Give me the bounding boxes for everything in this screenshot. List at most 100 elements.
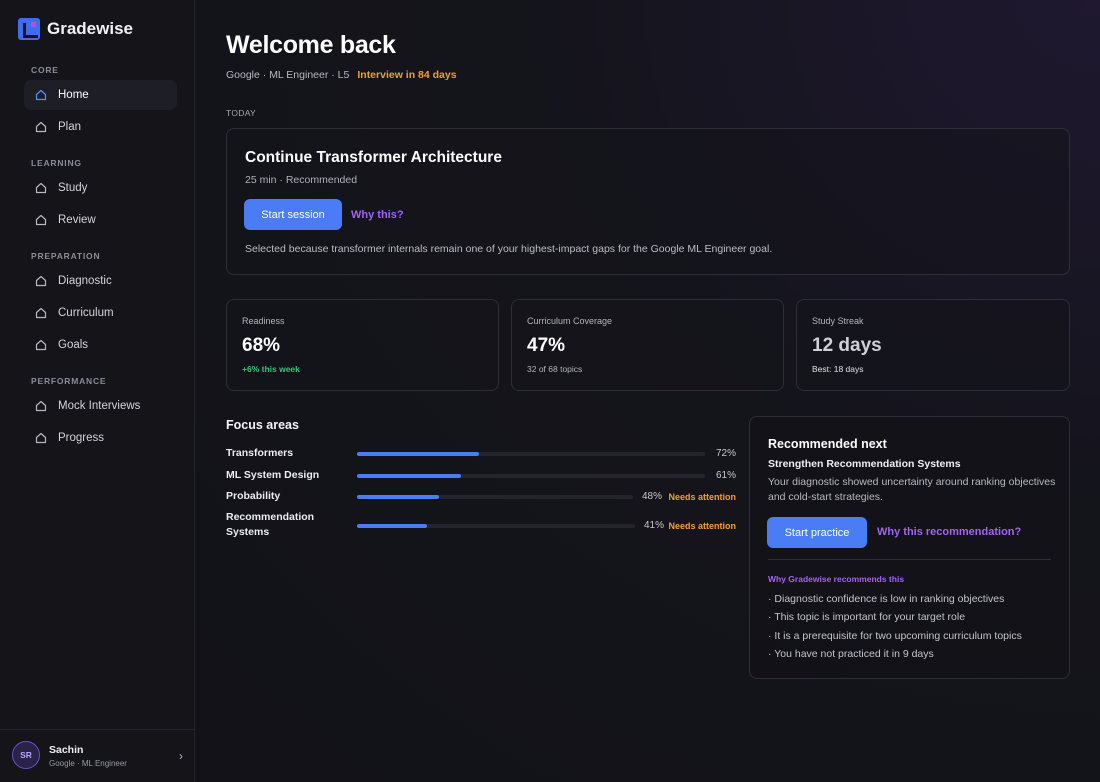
- focus-areas-title: Focus areas: [226, 418, 299, 432]
- nav-section-core: CORE: [31, 65, 59, 75]
- progress-bar: [357, 524, 635, 528]
- sidebar: Gradewise CORE Home Plan LEARNING Study …: [0, 0, 195, 782]
- stat-detail: 32 of 68 topics: [527, 364, 583, 374]
- list-item: · It is a prerequisite for two upcoming …: [768, 629, 1022, 642]
- home-icon: [35, 307, 47, 319]
- focus-name: Transformers: [226, 447, 294, 459]
- home-icon: [35, 89, 47, 101]
- focus-name: Probability: [226, 490, 281, 502]
- stat-label: Curriculum Coverage: [527, 316, 613, 326]
- sidebar-item-study[interactable]: Study: [24, 173, 177, 203]
- sidebar-item-home[interactable]: Home: [24, 80, 177, 110]
- sidebar-item-label: Plan: [58, 121, 82, 133]
- stat-detail: Best: 18 days: [812, 364, 864, 374]
- needs-attention-badge: Needs attention: [668, 521, 736, 531]
- stat-card-readiness: Readiness 68% +6% this week: [226, 299, 499, 391]
- nav-section-performance: PERFORMANCE: [31, 376, 107, 386]
- focus-name: Recommendation Systems: [226, 511, 315, 538]
- stat-value: 68%: [242, 335, 281, 356]
- focus-row-ml-system-design[interactable]: ML System Design 61%: [226, 468, 736, 484]
- focus-name: ML System Design: [226, 469, 320, 481]
- list-item: · You have not practiced it in 9 days: [768, 647, 934, 660]
- home-icon: [35, 214, 47, 226]
- sidebar-item-curriculum[interactable]: Curriculum: [24, 298, 177, 328]
- home-icon: [35, 432, 47, 444]
- stat-change: +6% this week: [242, 364, 300, 374]
- stat-value: 47%: [527, 335, 566, 356]
- recommended-title: Recommended next: [768, 437, 887, 451]
- home-icon: [35, 182, 47, 194]
- sidebar-item-label: Diagnostic: [58, 275, 112, 287]
- sidebar-item-plan[interactable]: Plan: [24, 112, 177, 142]
- start-practice-button[interactable]: Start practice: [767, 517, 867, 548]
- user-profile-menu[interactable]: SR Sachin Google · ML Engineer ›: [0, 729, 195, 782]
- recommended-next-card: Recommended next Strengthen Recommendati…: [749, 416, 1070, 679]
- interview-countdown: Interview in 84 days: [357, 69, 457, 81]
- progress-bar: [357, 452, 705, 456]
- focus-percent: 41%: [644, 520, 665, 531]
- recommended-topic: Strengthen Recommendation Systems: [768, 458, 961, 470]
- needs-attention-badge: Needs attention: [668, 492, 736, 502]
- stat-label: Study Streak: [812, 316, 864, 326]
- app-name: Gradewise: [47, 19, 133, 38]
- home-icon: [35, 339, 47, 351]
- recommended-description: Your diagnostic showed uncertainty aroun…: [768, 476, 1056, 503]
- list-item: · Diagnostic confidence is low in rankin…: [768, 593, 1005, 605]
- page-subtitle: Google · ML Engineer · L5 Interview in 84…: [226, 69, 457, 81]
- progress-bar: [357, 495, 633, 499]
- session-meta: 25 min · Recommended: [245, 174, 358, 186]
- nav-section-learning: LEARNING: [31, 158, 82, 168]
- progress-bar: [357, 474, 705, 478]
- progress-fill: [357, 495, 439, 499]
- stat-card-streak: Study Streak 12 days Best: 18 days: [796, 299, 1070, 391]
- app-logo[interactable]: Gradewise: [18, 18, 133, 40]
- gradewise-logo-icon: [18, 18, 40, 40]
- sidebar-item-progress[interactable]: Progress: [24, 423, 177, 453]
- avatar: SR: [12, 741, 40, 769]
- focus-percent: 72%: [715, 448, 736, 459]
- progress-fill: [357, 452, 479, 456]
- continue-session-card: Continue Transformer Architecture 25 min…: [226, 128, 1070, 275]
- target-role: Google · ML Engineer · L5: [226, 69, 350, 81]
- user-role: Google · ML Engineer: [49, 759, 127, 768]
- focus-row-recommendation-systems[interactable]: Recommendation Systems 41% Needs attenti…: [226, 510, 736, 542]
- session-title: Continue Transformer Architecture: [245, 149, 502, 166]
- focus-row-probability[interactable]: Probability 48% Needs attention: [226, 489, 736, 505]
- sidebar-item-label: Home: [58, 89, 89, 101]
- home-icon: [35, 400, 47, 412]
- why-this-link[interactable]: Why this?: [351, 209, 404, 221]
- session-description: Selected because transformer internals r…: [245, 243, 773, 255]
- chevron-right-icon: ›: [179, 749, 183, 763]
- main-content: Welcome back Google · ML Engineer · L5 In…: [196, 0, 1100, 782]
- sidebar-item-label: Progress: [58, 432, 105, 444]
- sidebar-item-diagnostic[interactable]: Diagnostic: [24, 266, 177, 296]
- why-heading: Why Gradewise recommends this: [768, 574, 905, 584]
- home-icon: [35, 275, 47, 287]
- page-title: Welcome back: [226, 31, 396, 59]
- sidebar-item-goals[interactable]: Goals: [24, 330, 177, 360]
- reasons-list: · Diagnostic confidence is low in rankin…: [768, 593, 1022, 666]
- stat-label: Readiness: [242, 316, 285, 326]
- sidebar-item-label: Review: [58, 214, 96, 226]
- sidebar-item-label: Curriculum: [58, 307, 114, 319]
- list-item: · This topic is important for your targe…: [768, 611, 966, 624]
- focus-percent: 48%: [642, 491, 663, 502]
- sidebar-item-label: Study: [58, 182, 88, 194]
- progress-fill: [357, 474, 461, 478]
- progress-fill: [357, 524, 427, 528]
- divider: [768, 559, 1051, 560]
- start-session-button[interactable]: Start session: [244, 199, 342, 230]
- today-label: TODAY: [226, 108, 256, 118]
- user-name: Sachin: [49, 744, 84, 756]
- sidebar-item-mock-interviews[interactable]: Mock Interviews: [24, 391, 177, 421]
- sidebar-item-review[interactable]: Review: [24, 205, 177, 235]
- home-icon: [35, 121, 47, 133]
- stat-card-coverage: Curriculum Coverage 47% 32 of 68 topics: [511, 299, 784, 391]
- focus-percent: 61%: [715, 470, 736, 481]
- nav-section-preparation: PREPARATION: [31, 251, 101, 261]
- why-recommendation-link[interactable]: Why this recommendation?: [877, 526, 1021, 538]
- sidebar-item-label: Mock Interviews: [58, 400, 141, 412]
- sidebar-item-label: Goals: [58, 339, 89, 351]
- focus-row-transformers[interactable]: Transformers 72%: [226, 446, 736, 462]
- stat-value: 12 days: [812, 335, 882, 356]
